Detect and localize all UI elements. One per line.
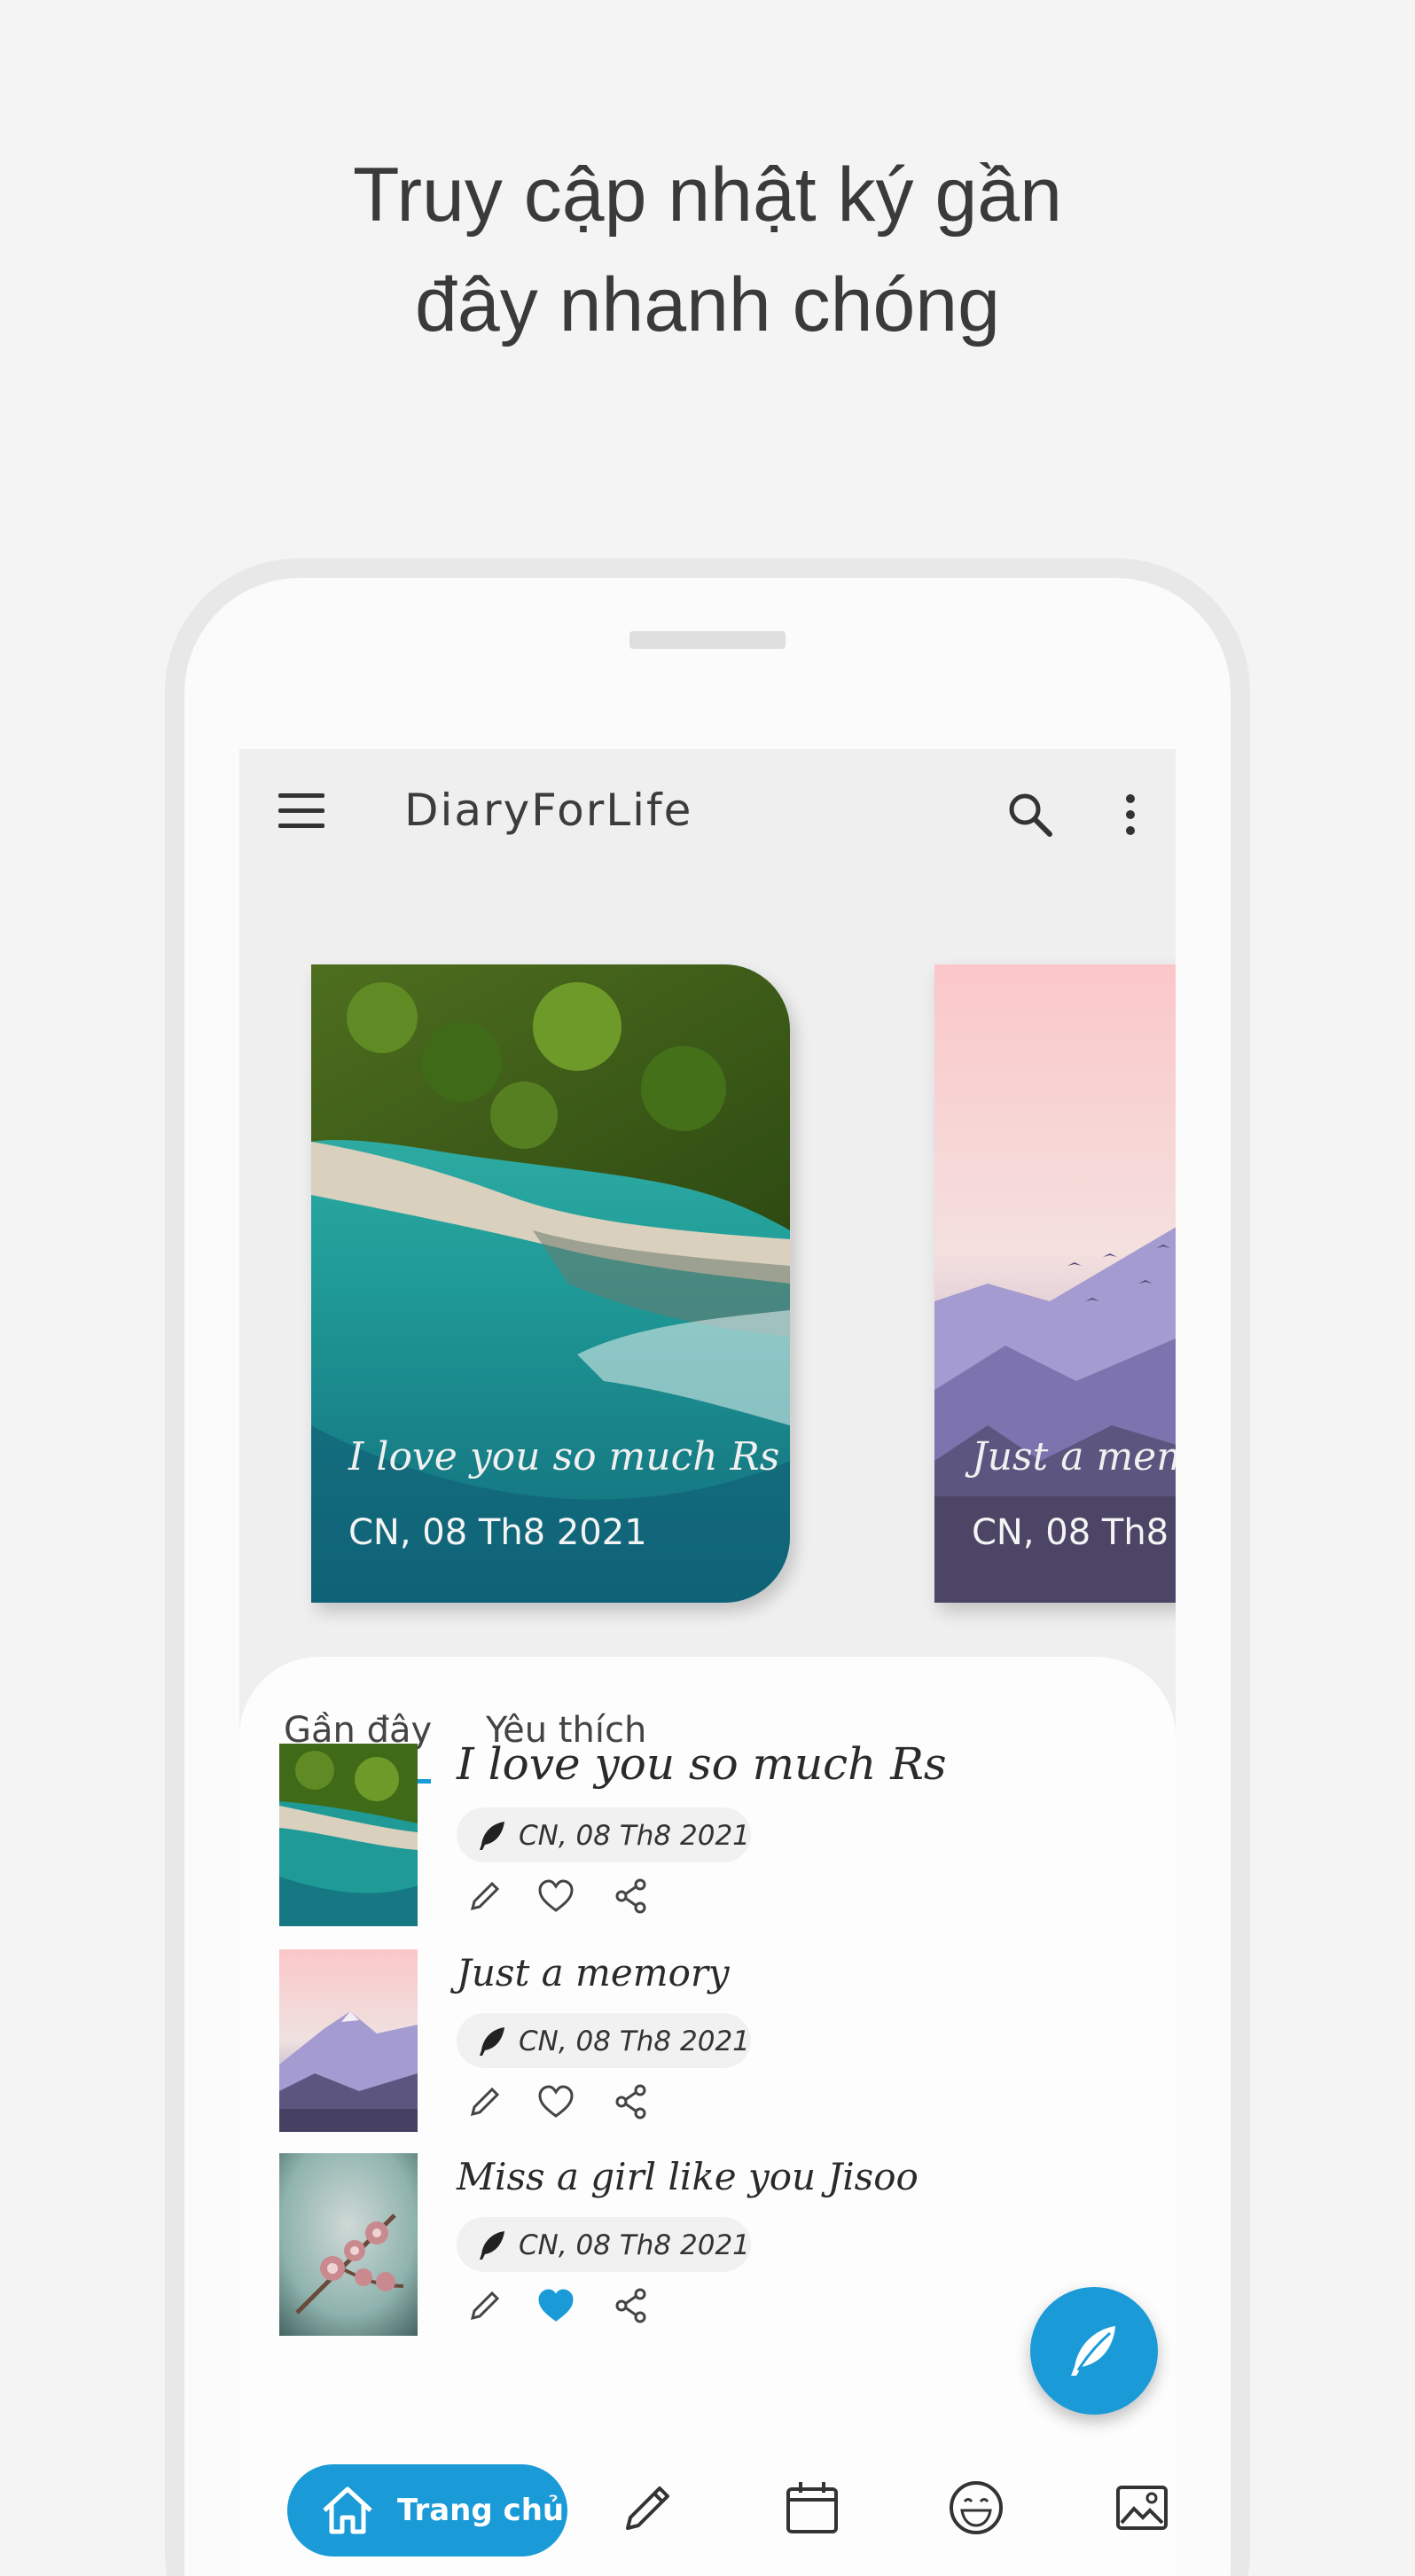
pencil-icon[interactable] xyxy=(619,2478,677,2537)
entry-title: Just a memory xyxy=(457,1951,730,1994)
feather-icon xyxy=(1071,2326,1115,2376)
aerial-beach-forest-image xyxy=(311,964,790,1603)
entry-date: CN, 08 Th8 2021 xyxy=(519,2026,750,2057)
app-title: DiaryForLife xyxy=(404,785,693,836)
entry-date: CN, 08 Th8 2021 xyxy=(519,2229,750,2261)
app-screen: DiaryForLife I love you so much Rs CN, 0… xyxy=(239,749,1176,2576)
purple-mountains-birds-image xyxy=(934,964,1176,1603)
carousel-card[interactable]: Just a memory CN, 08 Th8 2021 xyxy=(934,964,1176,1603)
list-item[interactable]: Miss a girl like you Jisoo CN, 08 Th8 20… xyxy=(279,2153,1077,2339)
smiley-icon[interactable] xyxy=(947,2478,1005,2537)
edit-icon[interactable] xyxy=(465,1877,504,1916)
home-icon xyxy=(323,2486,372,2534)
heart-icon[interactable] xyxy=(536,1877,575,1916)
entry-title: I love you so much Rs xyxy=(457,1738,947,1790)
headline: Truy cập nhật ký gần đây nhanh chóng xyxy=(0,140,1415,360)
share-icon[interactable] xyxy=(612,2286,651,2325)
heart-icon[interactable] xyxy=(536,2082,575,2121)
purple-mountains-image xyxy=(279,1949,418,2132)
list-item[interactable]: I love you so much Rs CN, 08 Th8 2021 xyxy=(279,1738,1077,1930)
new-entry-fab[interactable] xyxy=(1030,2287,1158,2415)
edit-icon[interactable] xyxy=(465,2286,504,2325)
edit-icon[interactable] xyxy=(465,2082,504,2121)
feather-icon xyxy=(480,2231,504,2260)
app-bar: DiaryForLife xyxy=(239,749,1176,873)
calendar-icon[interactable] xyxy=(783,2478,841,2537)
heart-filled-icon[interactable] xyxy=(536,2286,575,2325)
date-chip: CN, 08 Th8 2021 xyxy=(457,2217,751,2272)
card-caption: Just a memory xyxy=(972,1434,1176,1479)
feather-icon xyxy=(480,1822,504,1850)
nav-home-label: Trang chủ xyxy=(397,2493,565,2528)
menu-icon[interactable] xyxy=(278,793,324,829)
carousel-card[interactable]: I love you so much Rs CN, 08 Th8 2021 xyxy=(311,964,790,1603)
list-item[interactable]: Just a memory CN, 08 Th8 2021 xyxy=(279,1949,1077,2135)
card-date: CN, 08 Th8 2021 xyxy=(348,1512,647,1553)
gallery-icon[interactable] xyxy=(1113,2478,1171,2537)
entry-thumbnail[interactable] xyxy=(279,2153,418,2336)
card-caption: I love you so much Rs xyxy=(348,1434,780,1479)
headline-line-2: đây nhanh chóng xyxy=(415,262,1000,347)
entry-title: Miss a girl like you Jisoo xyxy=(457,2155,919,2198)
aerial-beach-forest-image xyxy=(279,1744,418,1926)
date-chip: CN, 08 Th8 2021 xyxy=(457,1807,751,1862)
nav-home-button[interactable]: Trang chủ xyxy=(287,2464,567,2556)
entry-thumbnail[interactable] xyxy=(279,1744,418,1926)
share-icon[interactable] xyxy=(612,2082,651,2121)
card-date: CN, 08 Th8 2021 xyxy=(972,1512,1176,1553)
share-icon[interactable] xyxy=(612,1877,651,1916)
phone-speaker xyxy=(629,631,786,649)
more-vertical-icon[interactable] xyxy=(1117,788,1144,841)
search-icon[interactable] xyxy=(1004,788,1057,841)
bottom-navigation: Trang chủ xyxy=(239,2447,1176,2576)
headline-line-1: Truy cập nhật ký gần xyxy=(353,152,1062,238)
entry-date: CN, 08 Th8 2021 xyxy=(519,1820,750,1852)
entries-sheet: Gần đây Yêu thích I love you so much Rs xyxy=(239,1657,1176,2576)
feather-icon xyxy=(480,2027,504,2056)
entry-thumbnail[interactable] xyxy=(279,1949,418,2132)
date-chip: CN, 08 Th8 2021 xyxy=(457,2013,751,2068)
pink-blossom-image xyxy=(279,2153,418,2336)
